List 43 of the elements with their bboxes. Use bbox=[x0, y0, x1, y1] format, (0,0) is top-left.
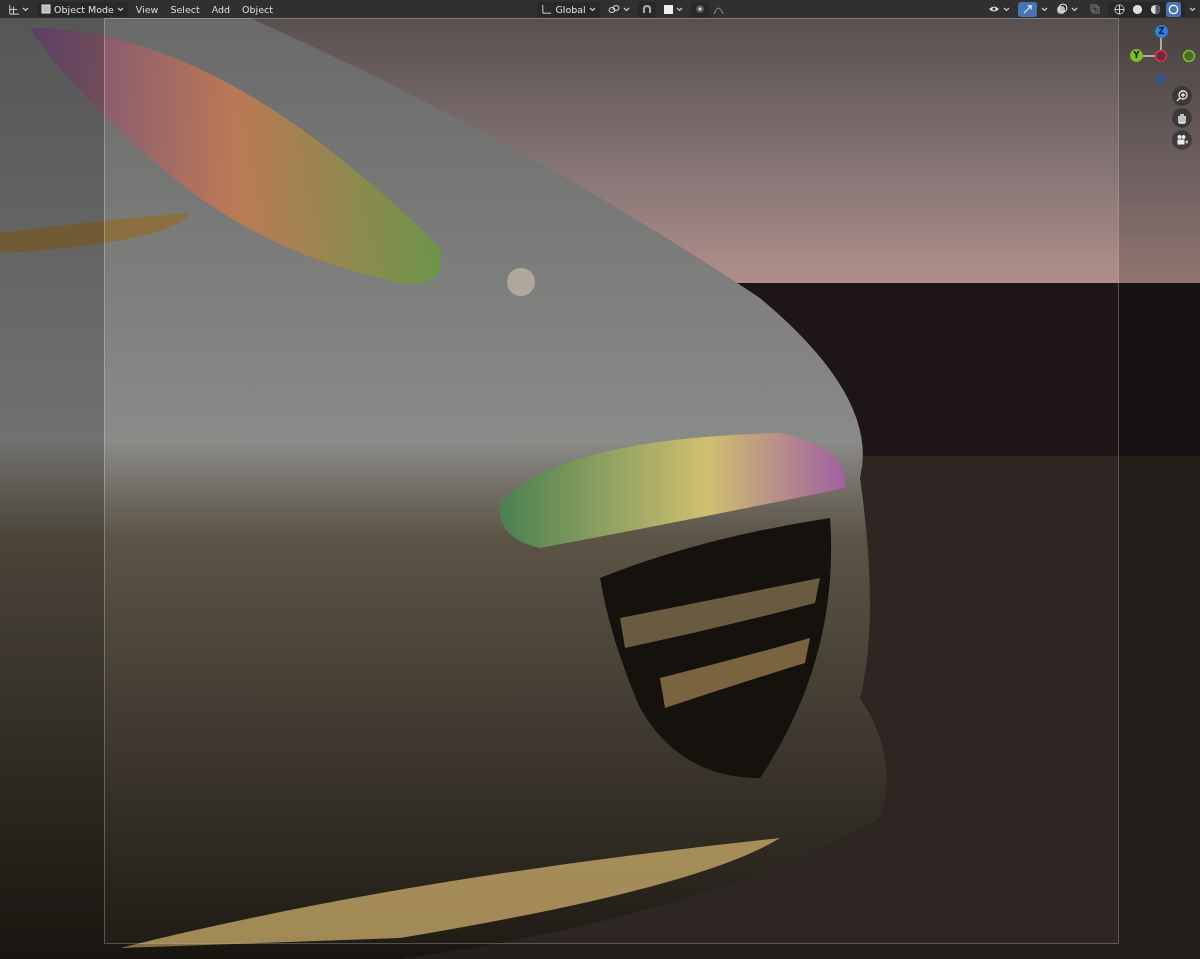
material-sphere-icon bbox=[1150, 3, 1161, 15]
axis-line-icon bbox=[1143, 37, 1162, 57]
caret-icon bbox=[1189, 6, 1196, 12]
axis-ball-icon[interactable] bbox=[1182, 49, 1196, 63]
menu-item[interactable]: Object bbox=[238, 3, 278, 15]
rendered-sphere-icon bbox=[1168, 3, 1179, 15]
caret-icon bbox=[22, 6, 29, 12]
wireframe-sphere-icon bbox=[1114, 3, 1125, 15]
orientation-dropdown[interactable]: Global bbox=[537, 1, 600, 17]
link-icon bbox=[607, 4, 620, 14]
menu-item[interactable]: Select bbox=[166, 3, 204, 15]
falloff-curve-icon[interactable] bbox=[712, 4, 724, 14]
axes-icon bbox=[541, 3, 553, 15]
snap-button[interactable] bbox=[637, 1, 656, 17]
camera-button[interactable] bbox=[1172, 130, 1192, 150]
square-icon bbox=[663, 4, 673, 14]
eye-icon bbox=[988, 4, 1000, 14]
shading-mode-button[interactable] bbox=[1166, 1, 1181, 17]
overlapping-circles-icon bbox=[1056, 3, 1068, 15]
cube-icon bbox=[41, 4, 51, 14]
dot-circle-icon bbox=[694, 4, 705, 14]
mode-dropdown[interactable]: Object Mode bbox=[37, 1, 128, 17]
caret-icon bbox=[622, 6, 630, 12]
solid-sphere-icon bbox=[1132, 3, 1143, 15]
proportional-edit-button[interactable] bbox=[690, 1, 709, 17]
arrow-icon bbox=[1022, 3, 1033, 15]
menu-item[interactable]: View bbox=[131, 3, 163, 15]
gizmo-toggle[interactable] bbox=[1018, 1, 1037, 17]
caret-icon bbox=[1041, 6, 1048, 12]
movie-camera-icon bbox=[1176, 134, 1188, 146]
zoom-button[interactable] bbox=[1172, 86, 1192, 106]
axes-grid-icon bbox=[8, 3, 19, 15]
caret-icon bbox=[675, 6, 683, 12]
caret-icon bbox=[116, 6, 124, 12]
zoom-icon bbox=[1176, 90, 1188, 102]
menu-item[interactable]: Add bbox=[207, 3, 235, 15]
squares-icon bbox=[1090, 4, 1100, 14]
magnet-icon bbox=[641, 4, 652, 14]
caret-icon bbox=[1003, 6, 1010, 12]
caret-icon bbox=[588, 6, 596, 12]
caret-icon bbox=[1071, 6, 1078, 12]
pan-button[interactable] bbox=[1172, 108, 1192, 128]
shading-mode-button[interactable] bbox=[1112, 1, 1127, 17]
